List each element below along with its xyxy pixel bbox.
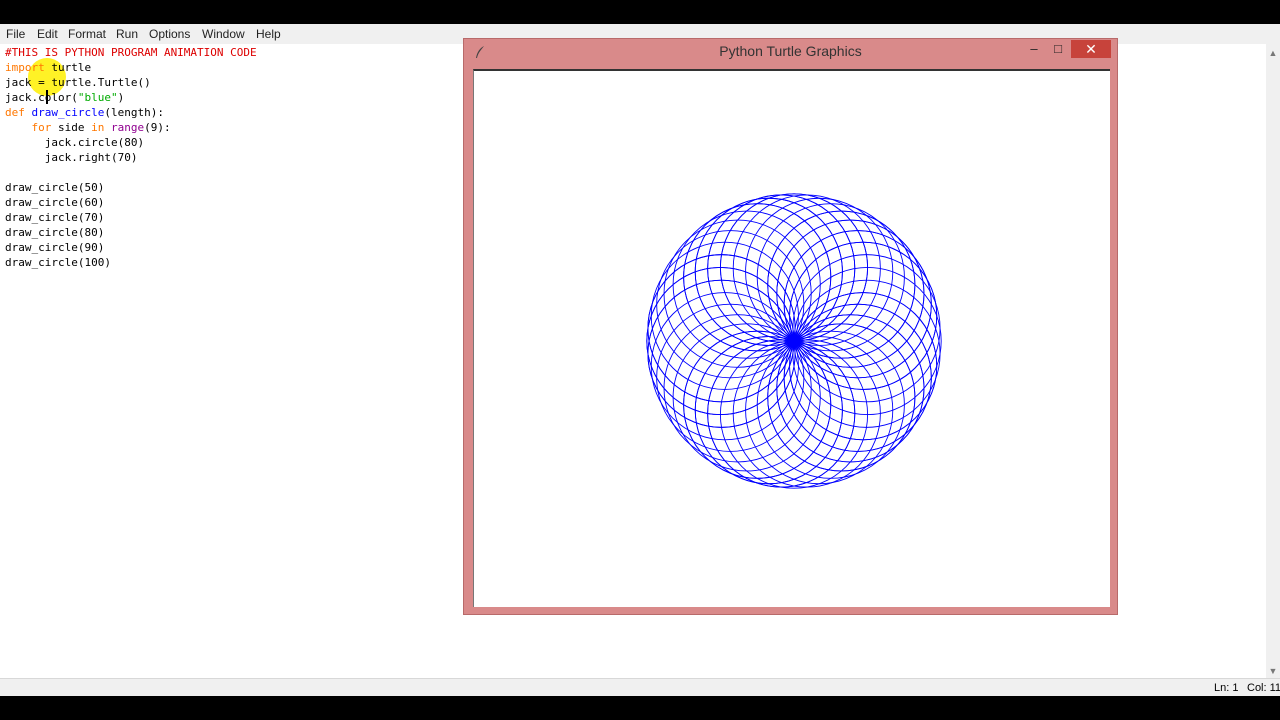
code-line: jack.circle(80) [44, 136, 145, 149]
top-black-bar [0, 0, 1280, 24]
turtle-canvas[interactable] [473, 69, 1110, 607]
menu-help[interactable]: Help [256, 27, 281, 41]
vertical-scrollbar[interactable] [1266, 44, 1280, 678]
menu-options[interactable]: Options [149, 27, 190, 41]
turtle-graphics-window: Python Turtle Graphics – □ ✕ [463, 38, 1118, 615]
turtle-drawing [646, 193, 942, 489]
menu-window[interactable]: Window [202, 27, 245, 41]
code-line: #THIS IS PYTHON PROGRAM ANIMATION CODE [5, 46, 257, 59]
window-title: Python Turtle Graphics [719, 43, 862, 59]
code-line: jack = turtle.Turtle() [5, 76, 151, 89]
code-line: draw_circle(100) [5, 256, 111, 269]
menu-format[interactable]: Format [68, 27, 106, 41]
code-line: for side in range(9): [31, 121, 171, 134]
minimize-button[interactable]: – [1022, 40, 1046, 58]
ibeam-cursor-icon [46, 90, 48, 104]
bottom-black-bar [0, 696, 1280, 720]
code-line: draw_circle(90) [5, 241, 105, 254]
scroll-down-icon[interactable]: ▼ [1266, 664, 1280, 678]
close-button[interactable]: ✕ [1071, 40, 1111, 58]
menu-run[interactable]: Run [116, 27, 138, 41]
status-line: Ln: 1 [1214, 682, 1239, 694]
code-line: draw_circle(80) [5, 226, 105, 239]
menu-edit[interactable]: Edit [37, 27, 58, 41]
code-line: def draw_circle(length): [5, 106, 164, 119]
code-line: jack.color("blue") [5, 91, 125, 104]
status-column: Col: 11 [1247, 682, 1280, 694]
status-bar: Ln: 1 Col: 11 [0, 678, 1280, 697]
code-line: draw_circle(60) [5, 196, 105, 209]
menu-file[interactable]: File [6, 27, 25, 41]
code-line: jack.right(70) [44, 151, 138, 164]
maximize-button[interactable]: □ [1046, 40, 1070, 58]
code-line: draw_circle(70) [5, 211, 105, 224]
scroll-up-icon[interactable]: ▲ [1266, 46, 1280, 60]
code-line: draw_circle(50) [5, 181, 105, 194]
code-line: import turtle [5, 61, 92, 74]
